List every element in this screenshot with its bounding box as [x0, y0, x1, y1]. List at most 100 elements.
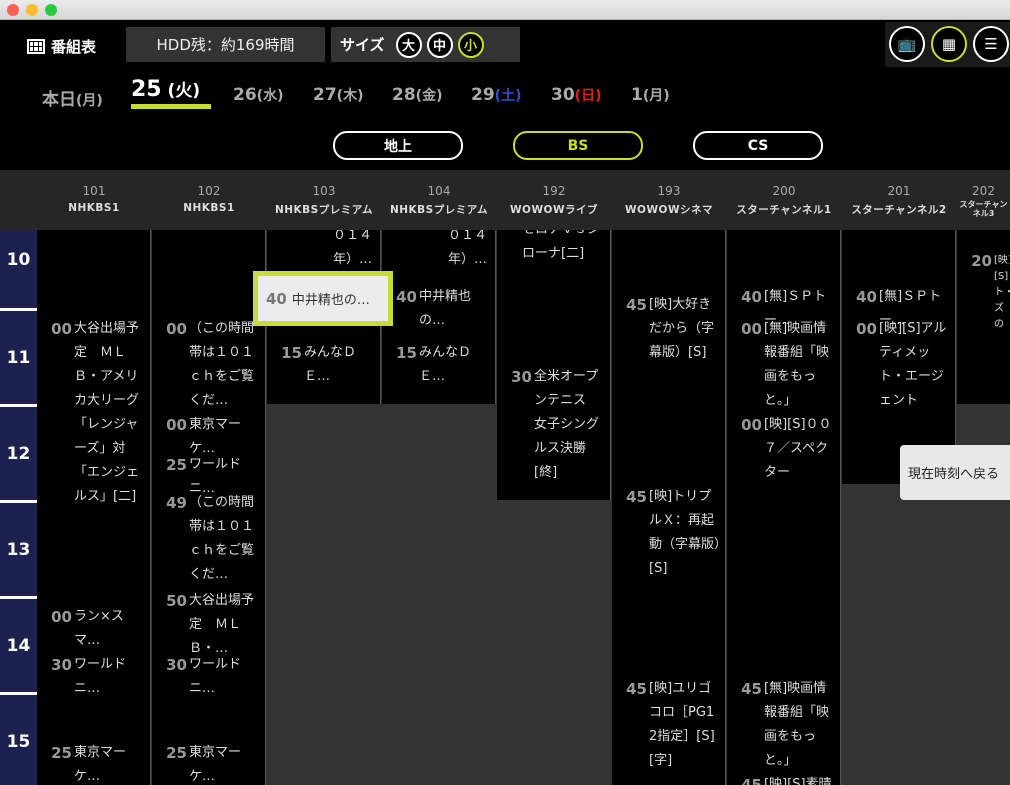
selected-program[interactable]: 40 中井精也の… [253, 271, 393, 326]
program-cell[interactable]: 50 大谷出場予定 ＭＬＢ・… [152, 589, 265, 661]
channel-name: スターチャンネル1 [736, 204, 832, 216]
channel-column: 00 （この時間帯は１０１ｃｈをご覧くだ… 00 東京マーケ… 25 ワールドニ… 49 （こ… [152, 230, 266, 785]
program-start-minute: 20 [971, 252, 992, 270]
program-start-minute: 45 [741, 776, 762, 785]
hdd-remaining: HDD残：約169時間 [126, 27, 325, 62]
program-title: ０１４年）… [332, 230, 372, 267]
program-title: [映][S]ト・ズの [994, 255, 1010, 330]
channel-name: スターチャンネル2 [851, 204, 947, 216]
program-start-minute: 00 [166, 416, 187, 434]
date-item[interactable]: 27(木) [313, 85, 363, 105]
program-start-minute: 30 [166, 656, 187, 674]
zoom-window-button[interactable] [45, 4, 57, 16]
program-cell[interactable]: 20[映][S]ト・ズの [957, 253, 1010, 333]
channel-number: 104 [427, 184, 451, 198]
channel-header-item[interactable]: 193 WOWOWシネマ [612, 170, 726, 230]
tab-cs[interactable]: CS [693, 131, 823, 160]
jump-to-now-button[interactable]: 現在時刻へ戻る [900, 445, 1010, 500]
program-start-minute: 40 [741, 288, 762, 306]
selected-date-underline [131, 104, 211, 109]
program-cell[interactable]: 45 [映]ユリゴコロ［PG12指定］[S][字] [612, 677, 725, 773]
channel-header-item[interactable]: 101 NHKBS1 [37, 170, 151, 230]
program-cell[interactable]: ０１４年）… [267, 230, 380, 272]
close-window-button[interactable] [7, 4, 19, 16]
channel-name: NHKBSプレミアム [389, 204, 489, 216]
program-cell[interactable]: 40中井精也の… [382, 285, 495, 333]
date-item[interactable]: 本日(月) [42, 85, 103, 110]
program-cell[interactable]: 45 [無]映画情報番組「映画をもっと。」 [727, 677, 840, 773]
channel-header: 101 NHKBS1 102 NHKBS1 103 NHKBSプレミアム 104 NHKBSプ… [0, 170, 1010, 230]
program-start-minute: 00 [741, 320, 762, 338]
program-cell[interactable]: 45 [映]トリプルＸ：再起動（字幕版）[S] [612, 485, 725, 581]
program-cell[interactable]: 30 ワールドニ… [37, 653, 150, 701]
channel-number: 193 [657, 184, 681, 198]
program-start-minute: 15 [281, 344, 302, 362]
channel-header-item[interactable]: 200 スターチャンネル1 [727, 170, 841, 230]
date-day: 30 [551, 85, 575, 105]
program-cell[interactable]: ０１４年）… [382, 230, 495, 272]
program-cell[interactable]: 25 東京マーケ… [37, 741, 150, 785]
tab-terrestrial[interactable]: 地上 [333, 131, 463, 160]
channel-number: 103 [312, 184, 336, 198]
channel-header-item[interactable]: 104 NHKBSプレミアム [382, 170, 496, 230]
hour-label: 11 [0, 308, 37, 404]
tv-icon[interactable]: 📺 [889, 26, 925, 62]
date-item[interactable]: 26(水) [233, 85, 283, 105]
date-item[interactable]: 1(月) [631, 85, 670, 105]
program-cell[interactable]: 45[映][S]素晴らし [727, 773, 840, 785]
program-cell[interactable]: 15 みんなＤＥ… [267, 341, 380, 389]
grid-icon[interactable]: ▦ [931, 26, 967, 62]
program-title: （この時間帯は１０１ｃｈをご覧くだ… [189, 321, 255, 408]
date-item[interactable]: 25 (火) [131, 76, 200, 102]
size-medium-button[interactable]: 中 [426, 31, 453, 58]
size-small-button[interactable]: 小 [457, 31, 484, 58]
list-icon[interactable]: ☰ [973, 26, 1009, 62]
program-cell[interactable]: 00 大谷出場予定 ＭＬＢ・アメリカ大リーグ「レンジャーズ」対「エンジェルス」[二… [37, 317, 150, 509]
program-title: [映]トリプルＸ：再起動（字幕版）[S] [649, 489, 721, 576]
date-day: 27 [313, 85, 337, 105]
program-cell[interactable]: セロナｖｓジローナ[二] [497, 230, 610, 266]
channel-header-item[interactable]: 103 NHKBSプレミアム [267, 170, 381, 230]
date-weekday: (木) [336, 88, 364, 104]
program-start-minute: 00 [51, 320, 72, 338]
date-item[interactable]: 28(金) [392, 85, 442, 105]
date-weekday: (金) [415, 88, 443, 104]
channel-header-item[interactable]: 192 WOWOWライブ [497, 170, 611, 230]
size-label: サイズ [340, 36, 385, 54]
program-cell[interactable]: 30 全米オープンテニス 女子シングルス決勝[終] [497, 365, 610, 485]
program-cell[interactable]: 25 東京マーケ… [152, 741, 265, 785]
program-cell[interactable]: 00 [映][S]００７／スペクター [727, 413, 840, 485]
program-title: [映][S]素晴らし [764, 777, 832, 785]
channel-header-item[interactable]: 202 スターチャンネル3 [957, 170, 1010, 230]
program-cell[interactable]: 00 [無]映画情報番組「映画をもっと。」 [727, 317, 840, 413]
program-title: 東京マーケ… [189, 745, 242, 784]
channel-number: 201 [887, 184, 911, 198]
program-cell[interactable]: 00 ラン×スマ… [37, 605, 150, 653]
minimize-window-button[interactable] [26, 4, 38, 16]
channel-column: 20[映][S]ト・ズの [957, 230, 1010, 404]
program-start-minute: 25 [166, 456, 187, 474]
program-cell[interactable]: 30 ワールドニ… [152, 653, 265, 701]
date-item[interactable]: 29(土) [471, 85, 521, 105]
tab-bs[interactable]: BS [513, 131, 643, 160]
channel-header-item[interactable]: 201 スターチャンネル2 [842, 170, 956, 230]
program-start-minute: 45 [626, 680, 647, 698]
program-start-minute: 00 [856, 320, 877, 338]
program-start-minute: 49 [166, 494, 187, 513]
size-large-button[interactable]: 大 [395, 31, 422, 58]
program-start-minute: 45 [626, 488, 647, 506]
program-cell[interactable]: 49 （この時間帯は１０１ｃｈをご覧くだ… [152, 491, 265, 587]
program-cell[interactable]: 00 [映][S]アルティメット・エージェント [842, 317, 955, 413]
program-cell[interactable]: 45 [映]大好きだから（字幕版）[S] [612, 293, 725, 365]
program-cell[interactable]: 00 （この時間帯は１０１ｃｈをご覧くだ… [152, 317, 265, 413]
program-cell[interactable]: 15 みんなＤＥ… [382, 341, 495, 389]
program-title: みんなＤＥ… [304, 345, 357, 384]
channel-column: 00 大谷出場予定 ＭＬＢ・アメリカ大リーグ「レンジャーズ」対「エンジェルス」[二… [37, 230, 151, 785]
program-title: ワールドニ… [189, 457, 242, 496]
hour-label: 13 [0, 500, 37, 596]
channel-header-item[interactable]: 102 NHKBS1 [152, 170, 266, 230]
hour-label: 12 [0, 404, 37, 500]
program-grid[interactable]: 10 11 12 13 14 15 00 大谷出場予定 ＭＬＢ・アメリカ大リーグ「レンジャー… [0, 230, 1010, 785]
date-item[interactable]: 30(日) [551, 85, 601, 105]
program-start-minute: 00 [51, 608, 72, 626]
